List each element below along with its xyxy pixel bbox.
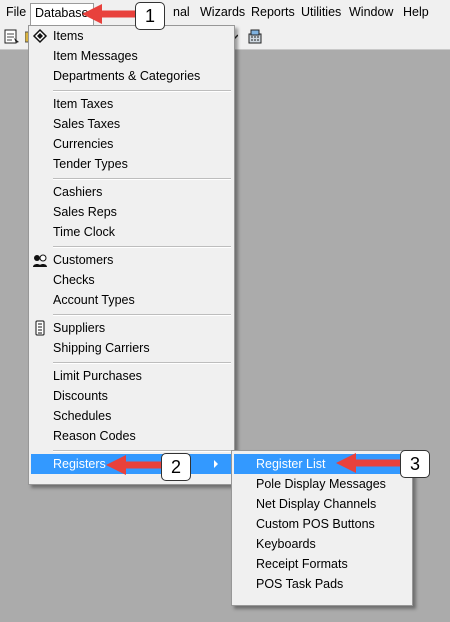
menu-bar: File Database nal Wizards Reports Utilit… — [0, 0, 450, 26]
menu-separator — [53, 314, 231, 316]
menu-item-customers[interactable]: Customers — [29, 250, 234, 270]
step-badge-1: 1 — [135, 2, 165, 30]
items-icon — [32, 28, 48, 44]
customers-icon — [32, 252, 48, 268]
menu-item-schedules[interactable]: Schedules — [29, 406, 234, 426]
menu-item-sales-taxes[interactable]: Sales Taxes — [29, 114, 234, 134]
menu-separator — [53, 362, 231, 364]
menu-item-cashiers[interactable]: Cashiers — [29, 182, 234, 202]
menu-item-reason-codes[interactable]: Reason Codes — [29, 426, 234, 446]
menu-operational[interactable]: nal — [173, 5, 190, 20]
menu-item-sales-reps[interactable]: Sales Reps — [29, 202, 234, 222]
menu-item-item-taxes[interactable]: Item Taxes — [29, 94, 234, 114]
suppliers-icon — [32, 320, 48, 336]
submenu-arrow-icon — [214, 460, 218, 468]
menu-item-discounts[interactable]: Discounts — [29, 386, 234, 406]
step-badge-3: 3 — [400, 450, 430, 478]
annotation-arrow-2 — [106, 455, 166, 475]
submenu-item-pos-task-pads[interactable]: POS Task Pads — [232, 574, 412, 594]
menu-item-departments-categories[interactable]: Departments & Categories — [29, 66, 234, 86]
menu-item-account-types[interactable]: Account Types — [29, 290, 234, 310]
menu-separator — [53, 450, 231, 452]
menu-separator — [53, 246, 231, 248]
menu-wizards[interactable]: Wizards — [200, 5, 245, 20]
submenu-item-keyboards[interactable]: Keyboards — [232, 534, 412, 554]
annotation-arrow-3 — [336, 453, 402, 473]
menu-separator — [53, 178, 231, 180]
step-badge-2: 2 — [161, 453, 191, 481]
submenu-item-pole-display-messages[interactable]: Pole Display Messages — [232, 474, 412, 494]
menu-help[interactable]: Help — [403, 5, 429, 20]
document-icon[interactable] — [3, 28, 21, 46]
submenu-item-net-display-channels[interactable]: Net Display Channels — [232, 494, 412, 514]
annotation-arrow-1 — [82, 4, 140, 24]
menu-item-shipping-carriers[interactable]: Shipping Carriers — [29, 338, 234, 358]
menu-item-item-messages[interactable]: Item Messages — [29, 46, 234, 66]
menu-item-time-clock[interactable]: Time Clock — [29, 222, 234, 242]
menu-item-tender-types[interactable]: Tender Types — [29, 154, 234, 174]
menu-reports[interactable]: Reports — [251, 5, 295, 20]
menu-item-suppliers[interactable]: Suppliers — [29, 318, 234, 338]
database-menu: Items Item Messages Departments & Catego… — [28, 25, 235, 485]
submenu-item-receipt-formats[interactable]: Receipt Formats — [232, 554, 412, 574]
menu-item-items[interactable]: Items — [29, 26, 234, 46]
pos-register-icon[interactable] — [246, 28, 264, 46]
menu-item-limit-purchases[interactable]: Limit Purchases — [29, 366, 234, 386]
submenu-item-custom-pos-buttons[interactable]: Custom POS Buttons — [232, 514, 412, 534]
menu-file[interactable]: File — [6, 5, 26, 20]
menu-item-checks[interactable]: Checks — [29, 270, 234, 290]
menu-window[interactable]: Window — [349, 5, 393, 20]
menu-separator — [53, 90, 231, 92]
menu-item-currencies[interactable]: Currencies — [29, 134, 234, 154]
menu-utilities[interactable]: Utilities — [301, 5, 341, 20]
